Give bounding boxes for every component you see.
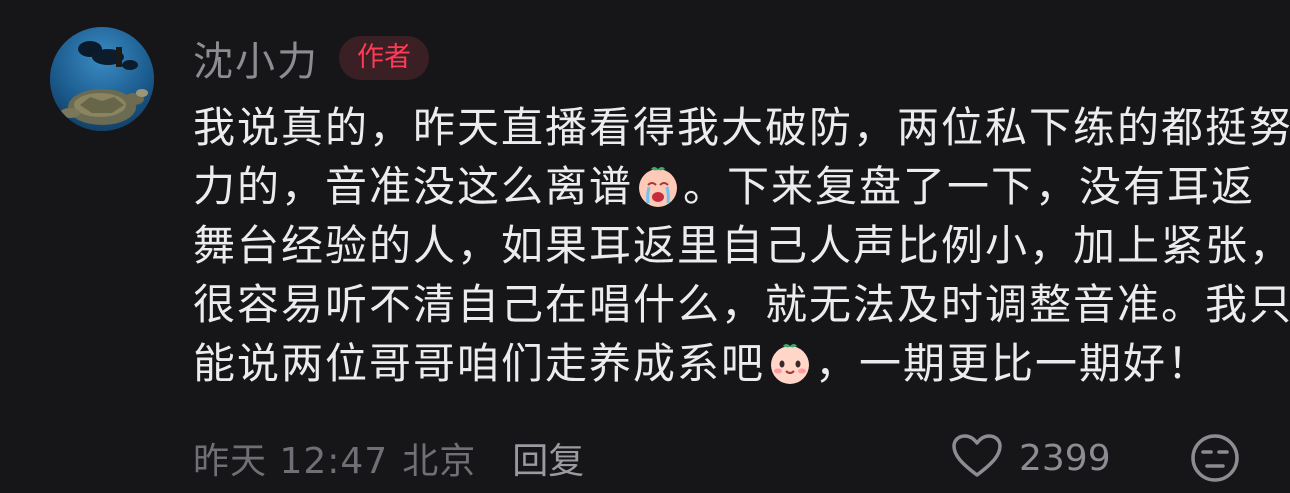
like-count: 2399 — [1019, 437, 1111, 479]
comment-timestamp: 昨天 12:47 — [193, 441, 389, 482]
comment-text-segment: 。下来复盘了一下，没有耳返 — [683, 162, 1256, 211]
avatar[interactable] — [50, 27, 154, 131]
dislike-button[interactable] — [1189, 432, 1241, 484]
comment-text-segment: 舞台经验的人，如果耳返里自己人声比例小，加上紧张， — [193, 221, 1290, 270]
author-badge: 作者 — [339, 36, 429, 80]
comment-text-segment: 我说真的，昨天直播看得我大破防，两位私下练的都挺努 — [193, 103, 1290, 152]
heart-outline-icon — [951, 433, 1003, 483]
comment-line: 舞台经验的人，如果耳返里自己人声比例小，加上紧张， — [193, 216, 1290, 275]
comment-text-segment: ，一期更比一期好！ — [815, 339, 1212, 388]
comment-header: 沈小力 作者 — [193, 28, 429, 88]
comment-footer: 昨天 12:47 北京 回复 2399 — [193, 432, 1253, 484]
smiling-face-emoji — [767, 340, 813, 386]
comment-item: 沈小力 作者 我说真的，昨天直播看得我大破防，两位私下练的都挺努 力的，音准没这… — [0, 0, 1290, 493]
comment-location: 北京 — [402, 441, 477, 482]
like-button[interactable]: 2399 — [951, 432, 1111, 484]
comment-text-segment: 能说两位哥哥咱们走养成系吧 — [193, 339, 766, 388]
crying-face-emoji — [635, 163, 681, 209]
comment-line: 我说真的，昨天直播看得我大破防，两位私下练的都挺努 — [193, 98, 1290, 157]
comment-line: 很容易听不清自己在唱什么，就无法及时调整音准。我只 — [193, 275, 1290, 334]
comment-line: 能说两位哥哥咱们走养成系吧 ，一期更比一期好！ — [193, 334, 1253, 393]
reply-button[interactable]: 回复 — [512, 432, 584, 484]
comment-line: 力的，音准没这么离谱 。下来复盘了一下，没有耳返 — [193, 157, 1253, 216]
comment-text-segment: 很容易听不清自己在唱什么，就无法及时调整音准。我只 — [193, 280, 1290, 329]
unamused-face-icon — [1191, 434, 1239, 482]
comment-text: 我说真的，昨天直播看得我大破防，两位私下练的都挺努 力的，音准没这么离谱 。下来… — [193, 98, 1290, 393]
avatar-image — [50, 27, 154, 131]
username[interactable]: 沈小力 — [193, 29, 319, 87]
comment-text-segment: 力的，音准没这么离谱 — [193, 162, 634, 211]
